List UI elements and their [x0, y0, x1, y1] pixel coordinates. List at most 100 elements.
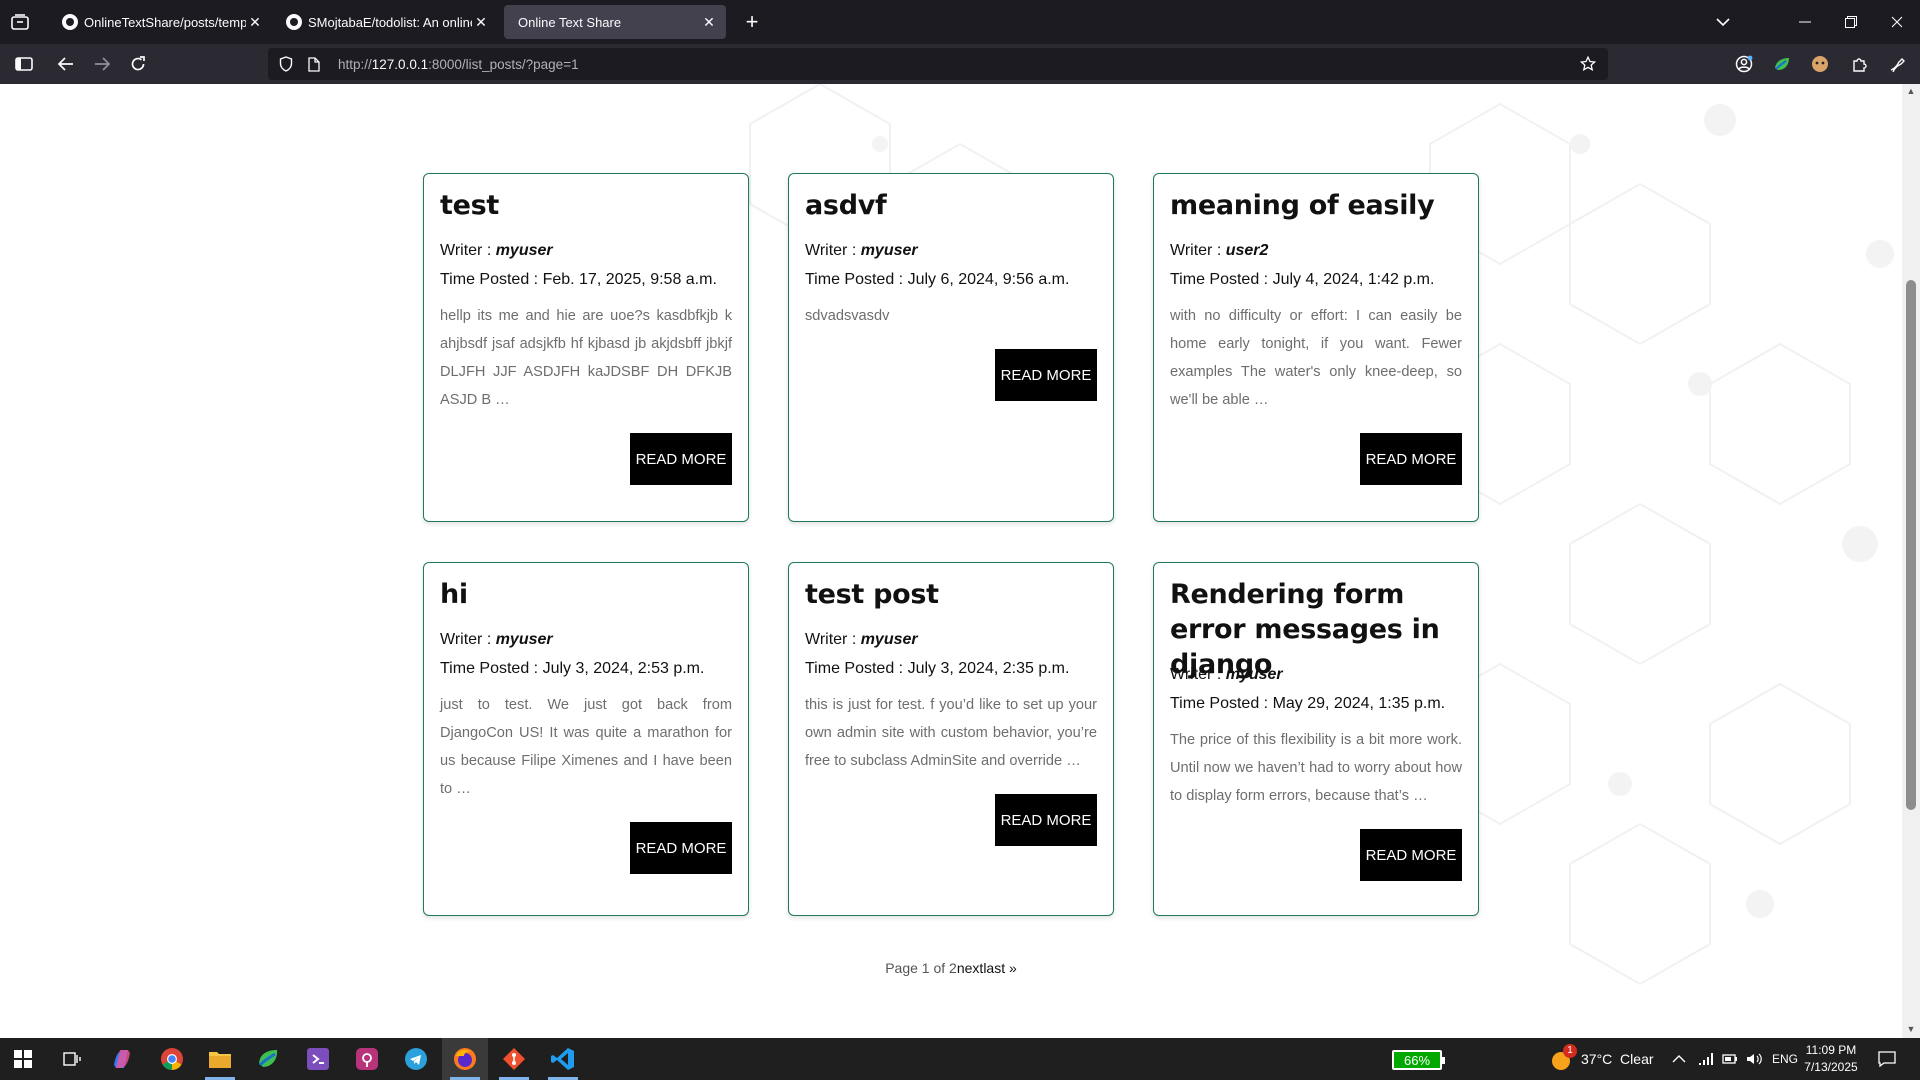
- post-time: Time Posted : July 3, 2024, 2:35 p.m.: [805, 660, 1069, 678]
- scroll-up-arrow-icon[interactable]: ▲: [1902, 86, 1920, 100]
- extension-avatar-icon[interactable]: [1802, 44, 1838, 84]
- time-value: July 3, 2024, 2:53 p.m.: [542, 660, 705, 677]
- post-card: hi Writer : myuser Time Posted : July 3,…: [423, 562, 749, 916]
- writer-name: myuser: [1225, 666, 1283, 683]
- post-time: Time Posted : July 3, 2024, 2:53 p.m.: [440, 660, 704, 678]
- page-scrollbar[interactable]: ▲ ▼: [1902, 84, 1920, 1038]
- writer-name: myuser: [495, 242, 553, 259]
- system-clock[interactable]: 11:09 PM 7/13/2025: [1798, 1042, 1864, 1076]
- tab-github-templates[interactable]: OnlineTextShare/posts/templat ✕: [52, 5, 272, 39]
- writer-label: Writer :: [440, 242, 496, 259]
- post-title[interactable]: test: [440, 188, 734, 223]
- battery-tray-icon[interactable]: [1722, 1038, 1738, 1080]
- tab-github-todolist[interactable]: SMojtabaE/todolist: An online T ✕: [276, 5, 498, 39]
- clock-time: 11:09 PM: [1805, 1043, 1857, 1057]
- bookmark-star-icon[interactable]: [1576, 52, 1600, 76]
- post-writer: Writer : myuser: [1170, 666, 1283, 684]
- copilot-icon[interactable]: [99, 1038, 145, 1080]
- show-hidden-icons-chevron-icon[interactable]: [1672, 1038, 1686, 1080]
- post-time: Time Posted : July 4, 2024, 1:42 p.m.: [1170, 271, 1434, 289]
- post-writer: Writer : myuser: [805, 631, 918, 649]
- task-view-icon[interactable]: [49, 1038, 95, 1080]
- list-all-tabs-icon[interactable]: [1700, 0, 1746, 44]
- time-value: July 6, 2024, 9:56 a.m.: [907, 271, 1070, 288]
- time-label: Time Posted :: [1170, 271, 1273, 288]
- volume-icon[interactable]: [1746, 1038, 1762, 1080]
- next-page-link[interactable]: next: [957, 960, 983, 976]
- scrollbar-thumb[interactable]: [1906, 280, 1916, 810]
- writer-label: Writer :: [440, 631, 496, 648]
- read-more-button[interactable]: READ MORE: [1360, 433, 1462, 485]
- vscode-icon[interactable]: [540, 1038, 586, 1080]
- weather-text: 37°C Clear: [1581, 1051, 1654, 1067]
- forward-icon[interactable]: [84, 48, 120, 80]
- git-icon[interactable]: [491, 1038, 537, 1080]
- post-title[interactable]: meaning of easily: [1170, 188, 1464, 223]
- post-time: Time Posted : July 6, 2024, 9:56 a.m.: [805, 271, 1069, 289]
- writer-label: Writer :: [805, 631, 861, 648]
- file-explorer-icon[interactable]: [197, 1038, 243, 1080]
- podcast-app-icon[interactable]: [344, 1038, 390, 1080]
- post-writer: Writer : myuser: [440, 631, 553, 649]
- extension-leaf-icon[interactable]: [1764, 44, 1800, 84]
- edge-beta-icon[interactable]: [246, 1038, 292, 1080]
- tab-online-text-share[interactable]: Online Text Share ✕: [504, 5, 726, 39]
- notifications-icon[interactable]: [1878, 1038, 1896, 1080]
- tab-label: OnlineTextShare/posts/templat: [84, 14, 246, 30]
- post-excerpt: sdvadsvasdv: [805, 308, 890, 324]
- close-tab-icon[interactable]: ✕: [246, 14, 264, 31]
- url-text: http://127.0.0.1:8000/list_posts/?page=1: [338, 57, 579, 72]
- battery-indicator[interactable]: 66%: [1392, 1050, 1445, 1070]
- github-icon: [286, 14, 302, 30]
- extensions-puzzle-icon[interactable]: [1842, 44, 1878, 84]
- app-menu-icon[interactable]: [1880, 44, 1916, 84]
- close-tab-icon[interactable]: ✕: [700, 14, 718, 31]
- writer-name: user2: [1225, 242, 1269, 259]
- telegram-icon[interactable]: [393, 1038, 439, 1080]
- writer-label: Writer :: [805, 242, 861, 259]
- last-page-link[interactable]: last »: [983, 960, 1016, 976]
- read-more-button[interactable]: READ MORE: [630, 433, 732, 485]
- input-language[interactable]: ENG: [1772, 1038, 1798, 1080]
- network-icon[interactable]: [1698, 1038, 1714, 1080]
- writer-name: myuser: [860, 631, 918, 648]
- post-title[interactable]: test post: [805, 577, 1099, 612]
- post-writer: Writer : user2: [1170, 242, 1268, 260]
- back-icon[interactable]: [48, 48, 84, 80]
- post-excerpt: this is just for test. f you’d like to s…: [805, 697, 1097, 769]
- close-tab-icon[interactable]: ✕: [472, 14, 490, 31]
- post-card: test Writer : myuser Time Posted : Feb. …: [423, 173, 749, 522]
- restore-icon[interactable]: [1828, 0, 1874, 44]
- close-window-icon[interactable]: [1874, 0, 1920, 44]
- read-more-button[interactable]: READ MORE: [995, 349, 1097, 401]
- post-time: Time Posted : Feb. 17, 2025, 9:58 a.m.: [440, 271, 717, 289]
- new-tab-icon[interactable]: +: [736, 6, 768, 38]
- address-bar[interactable]: http://127.0.0.1:8000/list_posts/?page=1: [268, 48, 1608, 80]
- read-more-button[interactable]: READ MORE: [1360, 829, 1462, 881]
- firefox-icon[interactable]: [442, 1038, 488, 1080]
- weather-widget[interactable]: 1 37°C Clear: [1549, 1038, 1654, 1080]
- time-label: Time Posted :: [805, 660, 908, 677]
- sidebar-icon[interactable]: [6, 48, 42, 80]
- reload-icon[interactable]: [120, 48, 156, 80]
- tracking-protection-shield-icon[interactable]: [274, 52, 298, 76]
- time-label: Time Posted :: [440, 271, 543, 288]
- page-info-icon[interactable]: [302, 52, 326, 76]
- visual-studio-icon[interactable]: [295, 1038, 341, 1080]
- post-card: Rendering form error messages in django …: [1153, 562, 1479, 916]
- browser-tab-bar: OnlineTextShare/posts/templat ✕ SMojtaba…: [0, 0, 1920, 44]
- minimize-icon[interactable]: [1782, 0, 1828, 44]
- post-title[interactable]: asdvf: [805, 188, 1099, 223]
- chrome-icon[interactable]: [149, 1038, 195, 1080]
- writer-label: Writer :: [1170, 666, 1226, 683]
- windows-start-icon[interactable]: [0, 1038, 46, 1080]
- read-more-button[interactable]: READ MORE: [630, 822, 732, 874]
- scroll-down-arrow-icon[interactable]: ▼: [1902, 1024, 1920, 1038]
- post-title[interactable]: hi: [440, 577, 734, 612]
- time-value: July 4, 2024, 1:42 p.m.: [1272, 271, 1435, 288]
- time-value: Feb. 17, 2025, 9:58 a.m.: [542, 271, 717, 288]
- tab-overview-icon[interactable]: [0, 0, 40, 44]
- account-icon[interactable]: [1726, 44, 1762, 84]
- post-card: asdvf Writer : myuser Time Posted : July…: [788, 173, 1114, 522]
- read-more-button[interactable]: READ MORE: [995, 794, 1097, 846]
